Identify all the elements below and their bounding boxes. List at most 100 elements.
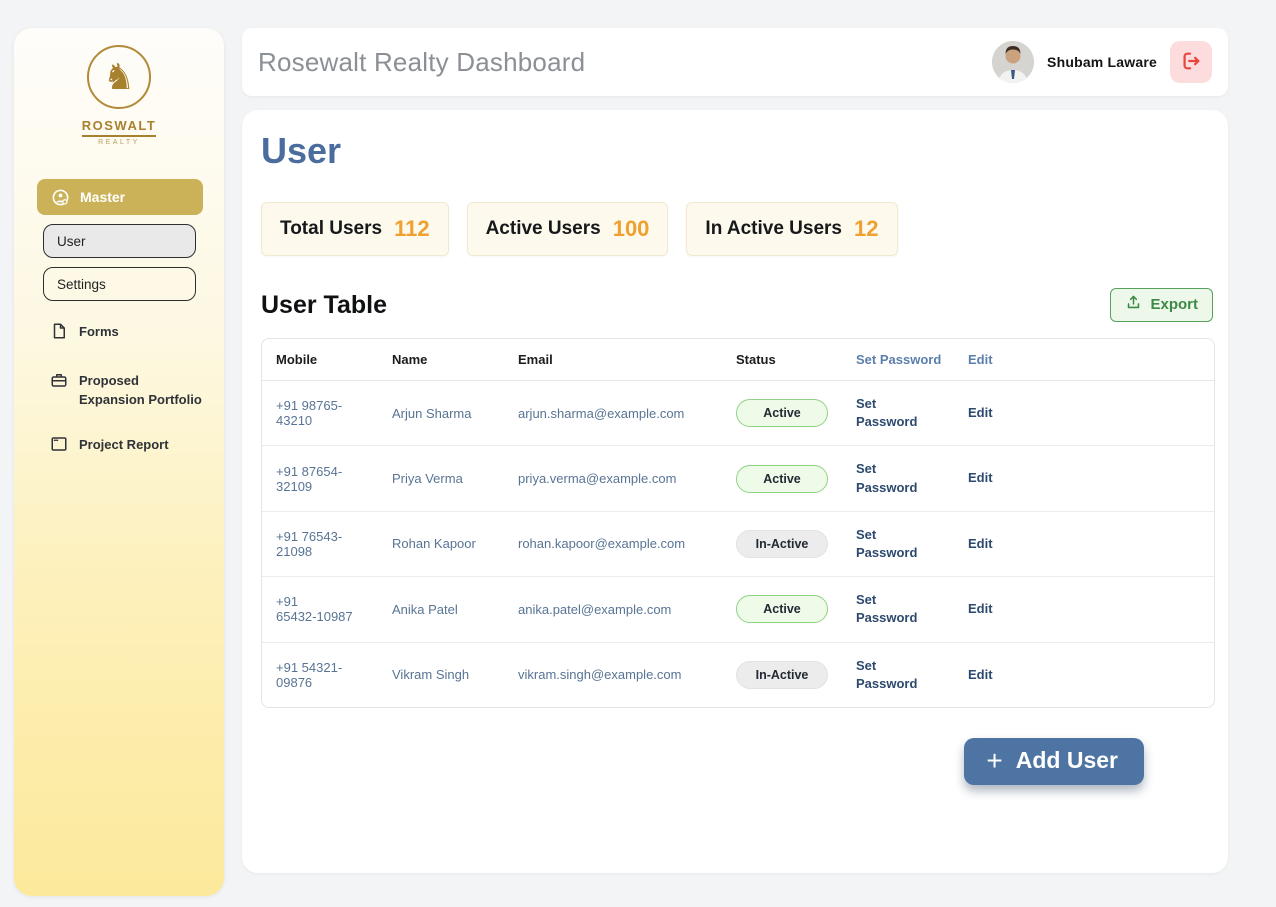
app-title: Rosewalt Realty Dashboard: [258, 47, 585, 78]
logout-button[interactable]: [1170, 41, 1212, 83]
logo-circle: ♞: [87, 45, 151, 109]
plus-icon: +: [986, 748, 1002, 773]
edit-link[interactable]: Edit: [968, 404, 993, 422]
brand-subtitle: REALTY: [14, 139, 224, 146]
stat-label: In Active Users: [705, 218, 842, 240]
cell-email: vikram.singh@example.com: [510, 642, 728, 707]
column-header-mobile[interactable]: Mobile: [262, 339, 384, 381]
stat-card-active-users: Active Users 100: [467, 202, 669, 256]
cell-edit: Edit: [960, 446, 1214, 511]
cell-status: Active: [728, 381, 848, 446]
set-password-link[interactable]: Set Password: [856, 657, 926, 693]
cell-mobile: +91 87654-32109: [262, 446, 384, 511]
column-header-status[interactable]: Status: [728, 339, 848, 381]
cell-set-password: Set Password: [848, 446, 960, 511]
cell-name: Priya Verma: [384, 446, 510, 511]
cell-status: In-Active: [728, 511, 848, 576]
column-header-edit[interactable]: Edit: [960, 339, 1214, 381]
stat-value: 12: [854, 216, 878, 242]
window-icon: [50, 435, 68, 459]
table-row: +91 98765-43210 Arjun Sharma arjun.sharm…: [262, 381, 1214, 446]
cell-email: priya.verma@example.com: [510, 446, 728, 511]
sidebar-item-label: Forms: [79, 323, 119, 342]
logout-icon: [1180, 50, 1202, 75]
sidebar-item-label: Master: [80, 189, 125, 205]
sidebar: ♞ ROSWALT REALTY Master User Settings: [14, 28, 224, 896]
edit-link[interactable]: Edit: [968, 469, 993, 487]
cell-name: Anika Patel: [384, 577, 510, 642]
main-content: User Total Users 112 Active Users 100 In…: [242, 110, 1228, 873]
cell-name: Rohan Kapoor: [384, 511, 510, 576]
table-header-row: Mobile Name Email Status Set Password Ed…: [262, 339, 1214, 381]
stat-card-inactive-users: In Active Users 12: [686, 202, 897, 256]
set-password-link[interactable]: Set Password: [856, 526, 926, 562]
cell-mobile: +91 76543-21098: [262, 511, 384, 576]
cell-name: Arjun Sharma: [384, 381, 510, 446]
stat-card-total-users: Total Users 112: [261, 202, 449, 256]
sidebar-item-proposed-expansion-portfolio[interactable]: Proposed Expansion Portfolio: [14, 372, 224, 410]
table-title: User Table: [261, 291, 387, 320]
cell-status: Active: [728, 577, 848, 642]
cell-set-password: Set Password: [848, 381, 960, 446]
set-password-link[interactable]: Set Password: [856, 460, 926, 496]
status-badge: In-Active: [736, 530, 828, 558]
page-title: User: [261, 130, 1213, 172]
stat-value: 100: [613, 216, 650, 242]
stat-value: 112: [394, 216, 430, 242]
user-gear-icon: [51, 188, 70, 207]
table-row: +91 87654-32109 Priya Verma priya.verma@…: [262, 446, 1214, 511]
set-password-link[interactable]: Set Password: [856, 591, 926, 627]
edit-link[interactable]: Edit: [968, 535, 993, 553]
top-header: Rosewalt Realty Dashboard Shubam Laware: [242, 28, 1228, 96]
stat-label: Active Users: [486, 218, 601, 240]
avatar[interactable]: [992, 41, 1034, 83]
user-table-body: +91 98765-43210 Arjun Sharma arjun.sharm…: [262, 381, 1214, 707]
sidebar-item-label: User: [57, 234, 86, 249]
table-row: +91 76543-21098 Rohan Kapoor rohan.kapoo…: [262, 511, 1214, 576]
sidebar-item-project-report[interactable]: Project Report: [14, 436, 224, 459]
cell-email: arjun.sharma@example.com: [510, 381, 728, 446]
cell-edit: Edit: [960, 381, 1214, 446]
add-user-button[interactable]: + Add User: [964, 738, 1144, 785]
upload-icon: [1125, 294, 1142, 315]
column-header-email[interactable]: Email: [510, 339, 728, 381]
sidebar-item-label: Settings: [57, 277, 106, 292]
sidebar-item-forms[interactable]: Forms: [14, 323, 224, 346]
export-label: Export: [1150, 296, 1198, 313]
chess-knight-icon: ♞: [103, 59, 135, 95]
cell-edit: Edit: [960, 642, 1214, 707]
cell-edit: Edit: [960, 577, 1214, 642]
cell-set-password: Set Password: [848, 511, 960, 576]
edit-link[interactable]: Edit: [968, 600, 993, 618]
sidebar-item-user[interactable]: User: [43, 224, 196, 258]
set-password-link[interactable]: Set Password: [856, 395, 926, 431]
briefcase-icon: [50, 371, 68, 395]
sidebar-item-settings[interactable]: Settings: [43, 267, 196, 301]
cell-set-password: Set Password: [848, 577, 960, 642]
sidebar-item-master[interactable]: Master: [37, 179, 203, 215]
edit-link[interactable]: Edit: [968, 666, 993, 684]
sidebar-item-label: Proposed Expansion Portfolio: [79, 372, 206, 410]
user-table: Mobile Name Email Status Set Password Ed…: [261, 338, 1215, 708]
column-header-set-password[interactable]: Set Password: [848, 339, 960, 381]
stats-row: Total Users 112 Active Users 100 In Acti…: [261, 202, 1213, 256]
cell-mobile: +91 54321-09876: [262, 642, 384, 707]
user-name: Shubam Laware: [1047, 54, 1157, 70]
cell-email: anika.patel@example.com: [510, 577, 728, 642]
cell-set-password: Set Password: [848, 642, 960, 707]
status-badge: Active: [736, 465, 828, 493]
status-badge: Active: [736, 595, 828, 623]
column-header-name[interactable]: Name: [384, 339, 510, 381]
export-button[interactable]: Export: [1110, 288, 1213, 322]
cell-email: rohan.kapoor@example.com: [510, 511, 728, 576]
cell-name: Vikram Singh: [384, 642, 510, 707]
cell-status: Active: [728, 446, 848, 511]
table-row: +91 65432-10987 Anika Patel anika.patel@…: [262, 577, 1214, 642]
file-icon: [50, 322, 68, 346]
brand-logo: ♞ ROSWALT REALTY: [14, 28, 224, 146]
add-user-label: Add User: [1016, 747, 1118, 774]
sidebar-item-label: Project Report: [79, 436, 169, 455]
status-badge: Active: [736, 399, 828, 427]
cell-edit: Edit: [960, 511, 1214, 576]
cell-mobile: +91 65432-10987: [262, 577, 384, 642]
